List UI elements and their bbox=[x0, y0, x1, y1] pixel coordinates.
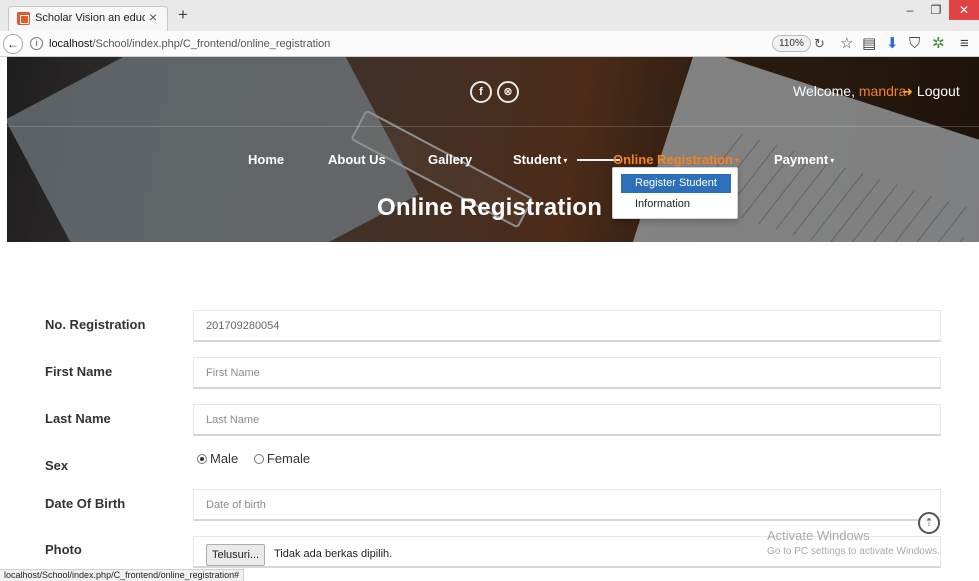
chevron-down-icon: ▾ bbox=[563, 156, 568, 166]
online-registration-dropdown: Register Student Information bbox=[612, 167, 738, 219]
bookmark-star-icon[interactable]: ☆ bbox=[840, 35, 853, 53]
new-tab-button[interactable]: + bbox=[178, 5, 188, 25]
url-path: /School/index.php/C_frontend/online_regi… bbox=[92, 38, 331, 50]
male-radio[interactable] bbox=[197, 454, 207, 464]
status-bar-url: localhost/School/index.php/C_frontend/on… bbox=[0, 569, 245, 581]
minimize-icon[interactable]: – bbox=[897, 0, 923, 20]
info-icon[interactable]: i bbox=[30, 37, 43, 50]
nav-student-label: Student bbox=[513, 152, 562, 167]
username: mandra bbox=[858, 83, 907, 99]
header-divider bbox=[7, 126, 979, 127]
nav-online-registration-label: Online Registration bbox=[613, 152, 733, 167]
logout-icon: ➜ bbox=[902, 84, 913, 99]
scroll-to-top-icon[interactable]: ⇡ bbox=[918, 512, 940, 534]
nav-about-us[interactable]: About Us bbox=[328, 152, 386, 167]
tab-title: Scholar Vision an education bbox=[35, 12, 145, 24]
site-favicon-icon bbox=[17, 12, 30, 25]
windows-activation-watermark: Activate Windows Go to PC settings to ac… bbox=[767, 528, 940, 557]
browser-tab-bar: Scholar Vision an education × + – ❐ ✕ bbox=[0, 0, 979, 31]
nav-payment-label: Payment bbox=[774, 152, 829, 167]
first-name-input[interactable] bbox=[193, 357, 941, 389]
dropdown-item-information[interactable]: Information bbox=[621, 195, 731, 214]
welcome-prefix: Welcome, bbox=[793, 83, 855, 99]
nav-student[interactable]: Student ▾ bbox=[513, 152, 567, 167]
close-window-icon[interactable]: ✕ bbox=[949, 0, 979, 20]
hamburger-menu-icon[interactable]: ≡ bbox=[960, 35, 969, 53]
logout-label: Logout bbox=[916, 83, 960, 99]
facebook-icon[interactable]: f bbox=[470, 81, 492, 103]
window-controls: – ❐ ✕ bbox=[897, 0, 979, 22]
file-status-text: Tidak ada berkas dipilih. bbox=[274, 548, 393, 560]
female-radio[interactable] bbox=[253, 454, 264, 464]
extension-icon[interactable]: ✲ bbox=[932, 35, 945, 53]
nav-home[interactable]: Home bbox=[248, 152, 284, 167]
pocket-icon[interactable]: ⛉ bbox=[909, 35, 920, 53]
back-arrow-icon[interactable]: ← bbox=[3, 34, 23, 54]
nav-online-registration[interactable]: Online Registration ▾ bbox=[613, 152, 739, 167]
page-title: Online Registration bbox=[377, 194, 603, 221]
registration-number-label: No. Registration bbox=[45, 317, 146, 332]
chevron-down-icon: ▾ bbox=[734, 156, 739, 166]
reload-icon[interactable]: ↻ bbox=[814, 36, 825, 52]
url-text: localhost/School/index.php/C_frontend/on… bbox=[49, 38, 330, 50]
nav-payment[interactable]: Payment ▾ bbox=[774, 152, 834, 167]
photo-label: Photo bbox=[45, 542, 82, 557]
female-radio-label[interactable]: Female bbox=[267, 451, 310, 466]
activate-subtitle: Go to PC settings to activate Windows. bbox=[767, 546, 940, 557]
welcome-text: Welcome, mandra bbox=[793, 83, 906, 99]
male-radio-label[interactable]: Male bbox=[210, 451, 238, 466]
chevron-down-icon: ▾ bbox=[830, 156, 835, 166]
zoom-level[interactable]: 110% bbox=[772, 35, 811, 52]
browse-file-button[interactable]: Telusuri... bbox=[206, 544, 266, 566]
dropdown-item-register-student[interactable]: Register Student bbox=[621, 174, 731, 193]
logout-link[interactable]: ➜ Logout bbox=[902, 83, 960, 100]
browser-address-bar: ← i localhost/School/index.php/C_fronten… bbox=[0, 31, 979, 57]
sex-radio-group: Male Female bbox=[197, 451, 322, 466]
dribbble-icon[interactable]: ⊗ bbox=[497, 81, 519, 103]
date-of-birth-input[interactable] bbox=[193, 489, 941, 521]
url-host: localhost bbox=[49, 38, 93, 50]
bookmarks-list-icon[interactable]: ▤ bbox=[862, 35, 876, 53]
app-window: Scholar Vision an education × + – ❐ ✕ ← … bbox=[0, 0, 979, 581]
activate-title: Activate Windows bbox=[767, 528, 870, 543]
url-field[interactable]: i localhost/School/index.php/C_frontend/… bbox=[24, 34, 824, 54]
first-name-label: First Name bbox=[45, 364, 113, 379]
sex-label: Sex bbox=[45, 458, 69, 473]
nav-gallery[interactable]: Gallery bbox=[428, 152, 472, 167]
tab-close-icon[interactable]: × bbox=[149, 9, 157, 25]
restore-icon[interactable]: ❐ bbox=[923, 0, 949, 20]
last-name-input[interactable] bbox=[193, 404, 941, 436]
last-name-label: Last Name bbox=[45, 411, 111, 426]
browser-tab[interactable]: Scholar Vision an education × bbox=[8, 6, 168, 31]
date-of-birth-label: Date Of Birth bbox=[45, 496, 126, 511]
hero-banner: f ⊗ Welcome, mandra ➜ Logout Home About U… bbox=[7, 57, 979, 242]
registration-number-field[interactable]: 201709280054 bbox=[193, 310, 941, 342]
download-icon[interactable]: ⬇ bbox=[886, 35, 899, 53]
